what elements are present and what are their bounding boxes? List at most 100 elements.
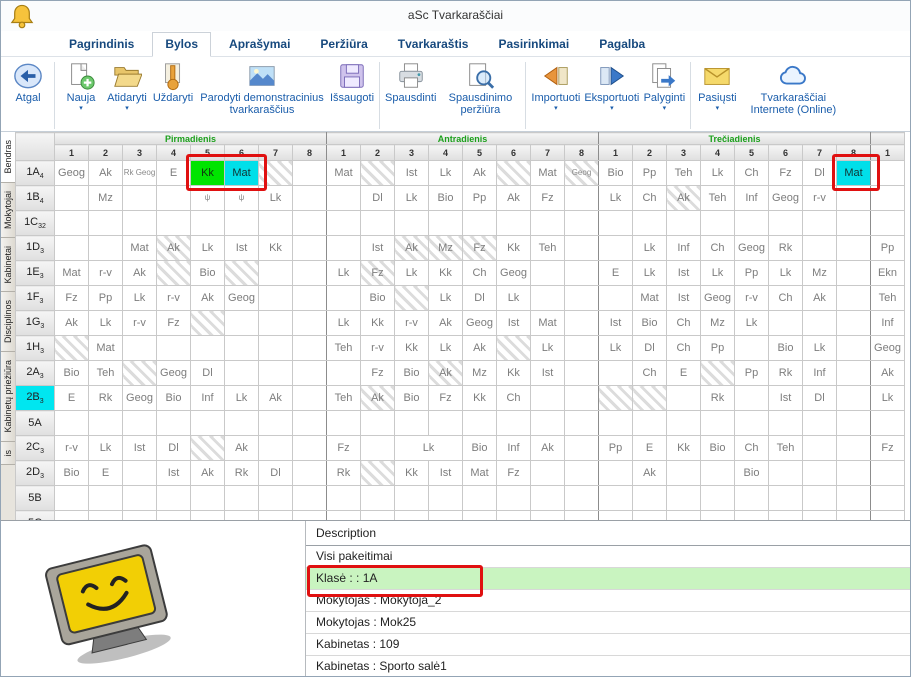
- timetable-cell[interactable]: Fz: [497, 461, 531, 486]
- description-item[interactable]: Mokytojas : Mok25: [306, 612, 910, 634]
- timetable-cell[interactable]: E: [599, 261, 633, 286]
- timetable-cell[interactable]: Ak: [429, 361, 463, 386]
- timetable-cell[interactable]: Inf: [667, 236, 701, 261]
- timetable-cell[interactable]: Lk: [395, 436, 463, 461]
- timetable-cell[interactable]: Lk: [531, 336, 565, 361]
- description-item[interactable]: Visi pakeitimai: [306, 546, 910, 568]
- timetable-cell[interactable]: [429, 411, 463, 436]
- timetable-cell[interactable]: Lk: [395, 261, 429, 286]
- class-row-header-2a[interactable]: 2A3: [16, 361, 55, 386]
- timetable-cell[interactable]: Lk: [633, 236, 667, 261]
- dropdown-arrow-icon[interactable]: ▾: [79, 105, 83, 112]
- timetable-cell[interactable]: Fz: [55, 286, 89, 311]
- timetable-cell[interactable]: Dl: [463, 286, 497, 311]
- timetable-cell[interactable]: [259, 361, 293, 386]
- timetable-cell[interactable]: [463, 486, 497, 511]
- description-item[interactable]: Kabinetas : Sporto salė1: [306, 656, 910, 676]
- description-item[interactable]: Kabinetas : 109: [306, 634, 910, 656]
- timetable-cell[interactable]: [123, 411, 157, 436]
- timetable-cell[interactable]: Lk: [803, 336, 837, 361]
- timetable-cell[interactable]: [327, 486, 361, 511]
- timetable-cell[interactable]: [327, 286, 361, 311]
- timetable-cell[interactable]: [225, 511, 259, 521]
- timetable-cell[interactable]: [667, 211, 701, 236]
- timetable-cell[interactable]: Bio: [55, 361, 89, 386]
- timetable-cell[interactable]: [837, 211, 871, 236]
- timetable-cell[interactable]: Fz: [327, 436, 361, 461]
- timetable-cell[interactable]: Ch: [633, 361, 667, 386]
- toolbar-button-nauja[interactable]: Nauja▾: [58, 60, 104, 113]
- timetable-cell[interactable]: Ist: [361, 236, 395, 261]
- timetable-cell[interactable]: [327, 411, 361, 436]
- timetable-cell[interactable]: Geog: [735, 236, 769, 261]
- toolbar-button-pasi-sti[interactable]: Pasiųsti▾: [694, 60, 740, 113]
- timetable-cell[interactable]: Fz: [429, 386, 463, 411]
- timetable-cell[interactable]: Kk: [259, 236, 293, 261]
- timetable-cell[interactable]: [701, 511, 735, 521]
- timetable-cell[interactable]: [123, 511, 157, 521]
- timetable-cell[interactable]: [293, 486, 327, 511]
- timetable-cell[interactable]: [395, 511, 429, 521]
- dropdown-arrow-icon[interactable]: ▾: [554, 105, 558, 112]
- timetable-cell[interactable]: Kk: [395, 336, 429, 361]
- timetable-cell[interactable]: [565, 436, 599, 461]
- toolbar-button-spausdinti[interactable]: Spausdinti: [383, 60, 438, 105]
- timetable-cell[interactable]: [633, 386, 667, 411]
- class-row-header-5c[interactable]: 5C: [16, 511, 55, 521]
- timetable-cell[interactable]: Dl: [803, 386, 837, 411]
- timetable-cell[interactable]: [191, 486, 225, 511]
- timetable-cell[interactable]: [259, 411, 293, 436]
- timetable-cell[interactable]: [157, 211, 191, 236]
- timetable-cell[interactable]: [565, 486, 599, 511]
- menu-tab-pagalba[interactable]: Pagalba: [587, 33, 657, 56]
- timetable-cell[interactable]: E: [157, 161, 191, 186]
- timetable-cell[interactable]: Ak: [871, 361, 905, 386]
- timetable-cell[interactable]: [667, 511, 701, 521]
- timetable-cell[interactable]: [497, 411, 531, 436]
- timetable-cell[interactable]: [225, 486, 259, 511]
- timetable-cell[interactable]: [565, 361, 599, 386]
- timetable-cell[interactable]: Lk: [89, 436, 123, 461]
- timetable-cell[interactable]: [259, 311, 293, 336]
- timetable-cell[interactable]: r-v: [803, 186, 837, 211]
- timetable-cell[interactable]: [293, 336, 327, 361]
- timetable-cell[interactable]: Lk: [735, 311, 769, 336]
- timetable-cell[interactable]: Geog: [225, 286, 259, 311]
- timetable-cell[interactable]: Kk: [361, 311, 395, 336]
- timetable-cell[interactable]: Bio: [191, 261, 225, 286]
- timetable-cell[interactable]: Ch: [667, 336, 701, 361]
- timetable-cell[interactable]: [361, 411, 395, 436]
- toolbar-button-tvarkara-iai-internete-online[interactable]: Tvarkaraščiai Internete (Online): [740, 60, 846, 117]
- timetable-cell[interactable]: [361, 436, 395, 461]
- timetable-cell[interactable]: [735, 336, 769, 361]
- timetable-cell[interactable]: Ist: [429, 461, 463, 486]
- timetable-cell[interactable]: Inf: [497, 436, 531, 461]
- timetable-cell[interactable]: Rk: [89, 386, 123, 411]
- timetable-cell[interactable]: Mat: [55, 261, 89, 286]
- timetable-cell[interactable]: Teh: [531, 236, 565, 261]
- timetable-cell[interactable]: [803, 511, 837, 521]
- timetable-cell[interactable]: [123, 336, 157, 361]
- timetable-cell[interactable]: Geog: [871, 336, 905, 361]
- timetable-cell[interactable]: [531, 386, 565, 411]
- timetable-cell[interactable]: Lk: [769, 261, 803, 286]
- timetable-cell[interactable]: [293, 411, 327, 436]
- timetable-cell[interactable]: [803, 411, 837, 436]
- timetable-cell[interactable]: Fz: [361, 261, 395, 286]
- timetable-cell[interactable]: Fz: [463, 236, 497, 261]
- timetable-cell[interactable]: [565, 411, 599, 436]
- timetable-cell[interactable]: [837, 411, 871, 436]
- timetable-cell[interactable]: [803, 211, 837, 236]
- timetable-cell[interactable]: [293, 386, 327, 411]
- timetable-cell[interactable]: Ak: [191, 286, 225, 311]
- timetable-cell[interactable]: [463, 211, 497, 236]
- timetable-cell[interactable]: Ak: [157, 236, 191, 261]
- timetable-cell[interactable]: [293, 261, 327, 286]
- timetable-cell[interactable]: Ak: [123, 261, 157, 286]
- timetable-cell[interactable]: Kk: [429, 261, 463, 286]
- timetable-cell[interactable]: [123, 486, 157, 511]
- timetable-cell[interactable]: ψ: [225, 186, 259, 211]
- timetable-cell[interactable]: Lk: [327, 311, 361, 336]
- timetable-cell[interactable]: [123, 186, 157, 211]
- timetable-cell[interactable]: Bio: [429, 186, 463, 211]
